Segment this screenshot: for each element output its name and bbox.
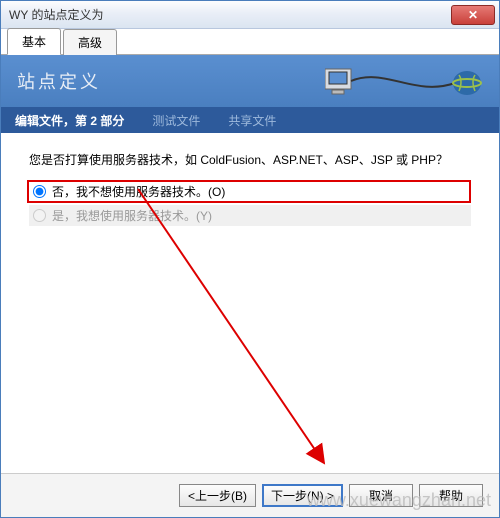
step-label: 编辑文件，第 2 部分: [15, 112, 124, 129]
close-icon: ✕: [468, 8, 478, 22]
tab-basic[interactable]: 基本: [7, 28, 61, 55]
footer: <上一步(B) 下一步(N) > 取消 帮助: [1, 473, 499, 517]
help-button[interactable]: 帮助: [419, 484, 483, 507]
question-text: 您是否打算使用服务器技术，如 ColdFusion、ASP.NET、ASP、JS…: [29, 151, 471, 168]
banner-graphic: [325, 61, 485, 105]
tab-advanced[interactable]: 高级: [63, 29, 117, 55]
radio-no-label: 否，我不想使用服务器技术。(O): [52, 183, 225, 200]
titlebar: WY 的站点定义为 ✕: [1, 1, 499, 29]
window-title: WY 的站点定义为: [9, 6, 451, 23]
radio-no[interactable]: [33, 185, 46, 198]
tab-strip: 基本 高级: [1, 29, 499, 55]
radio-no-row[interactable]: 否，我不想使用服务器技术。(O): [27, 180, 471, 203]
step-share: 共享文件: [228, 112, 276, 129]
subheader: 编辑文件，第 2 部分 测试文件 共享文件: [1, 107, 499, 133]
banner-title: 站点定义: [17, 68, 101, 94]
next-button[interactable]: 下一步(N) >: [262, 484, 343, 507]
banner: 站点定义: [1, 55, 499, 107]
dialog-window: WY 的站点定义为 ✕ 基本 高级 站点定义 编辑文件，第 2 部分 测试文件 …: [0, 0, 500, 518]
back-button[interactable]: <上一步(B): [179, 484, 256, 507]
content-area: 您是否打算使用服务器技术，如 ColdFusion、ASP.NET、ASP、JS…: [1, 133, 499, 473]
step-test: 测试文件: [152, 112, 200, 129]
radio-yes[interactable]: [33, 209, 46, 222]
radio-yes-row[interactable]: 是，我想使用服务器技术。(Y): [29, 205, 471, 226]
radio-yes-label: 是，我想使用服务器技术。(Y): [52, 207, 212, 224]
close-button[interactable]: ✕: [451, 5, 495, 25]
cancel-button[interactable]: 取消: [349, 484, 413, 507]
